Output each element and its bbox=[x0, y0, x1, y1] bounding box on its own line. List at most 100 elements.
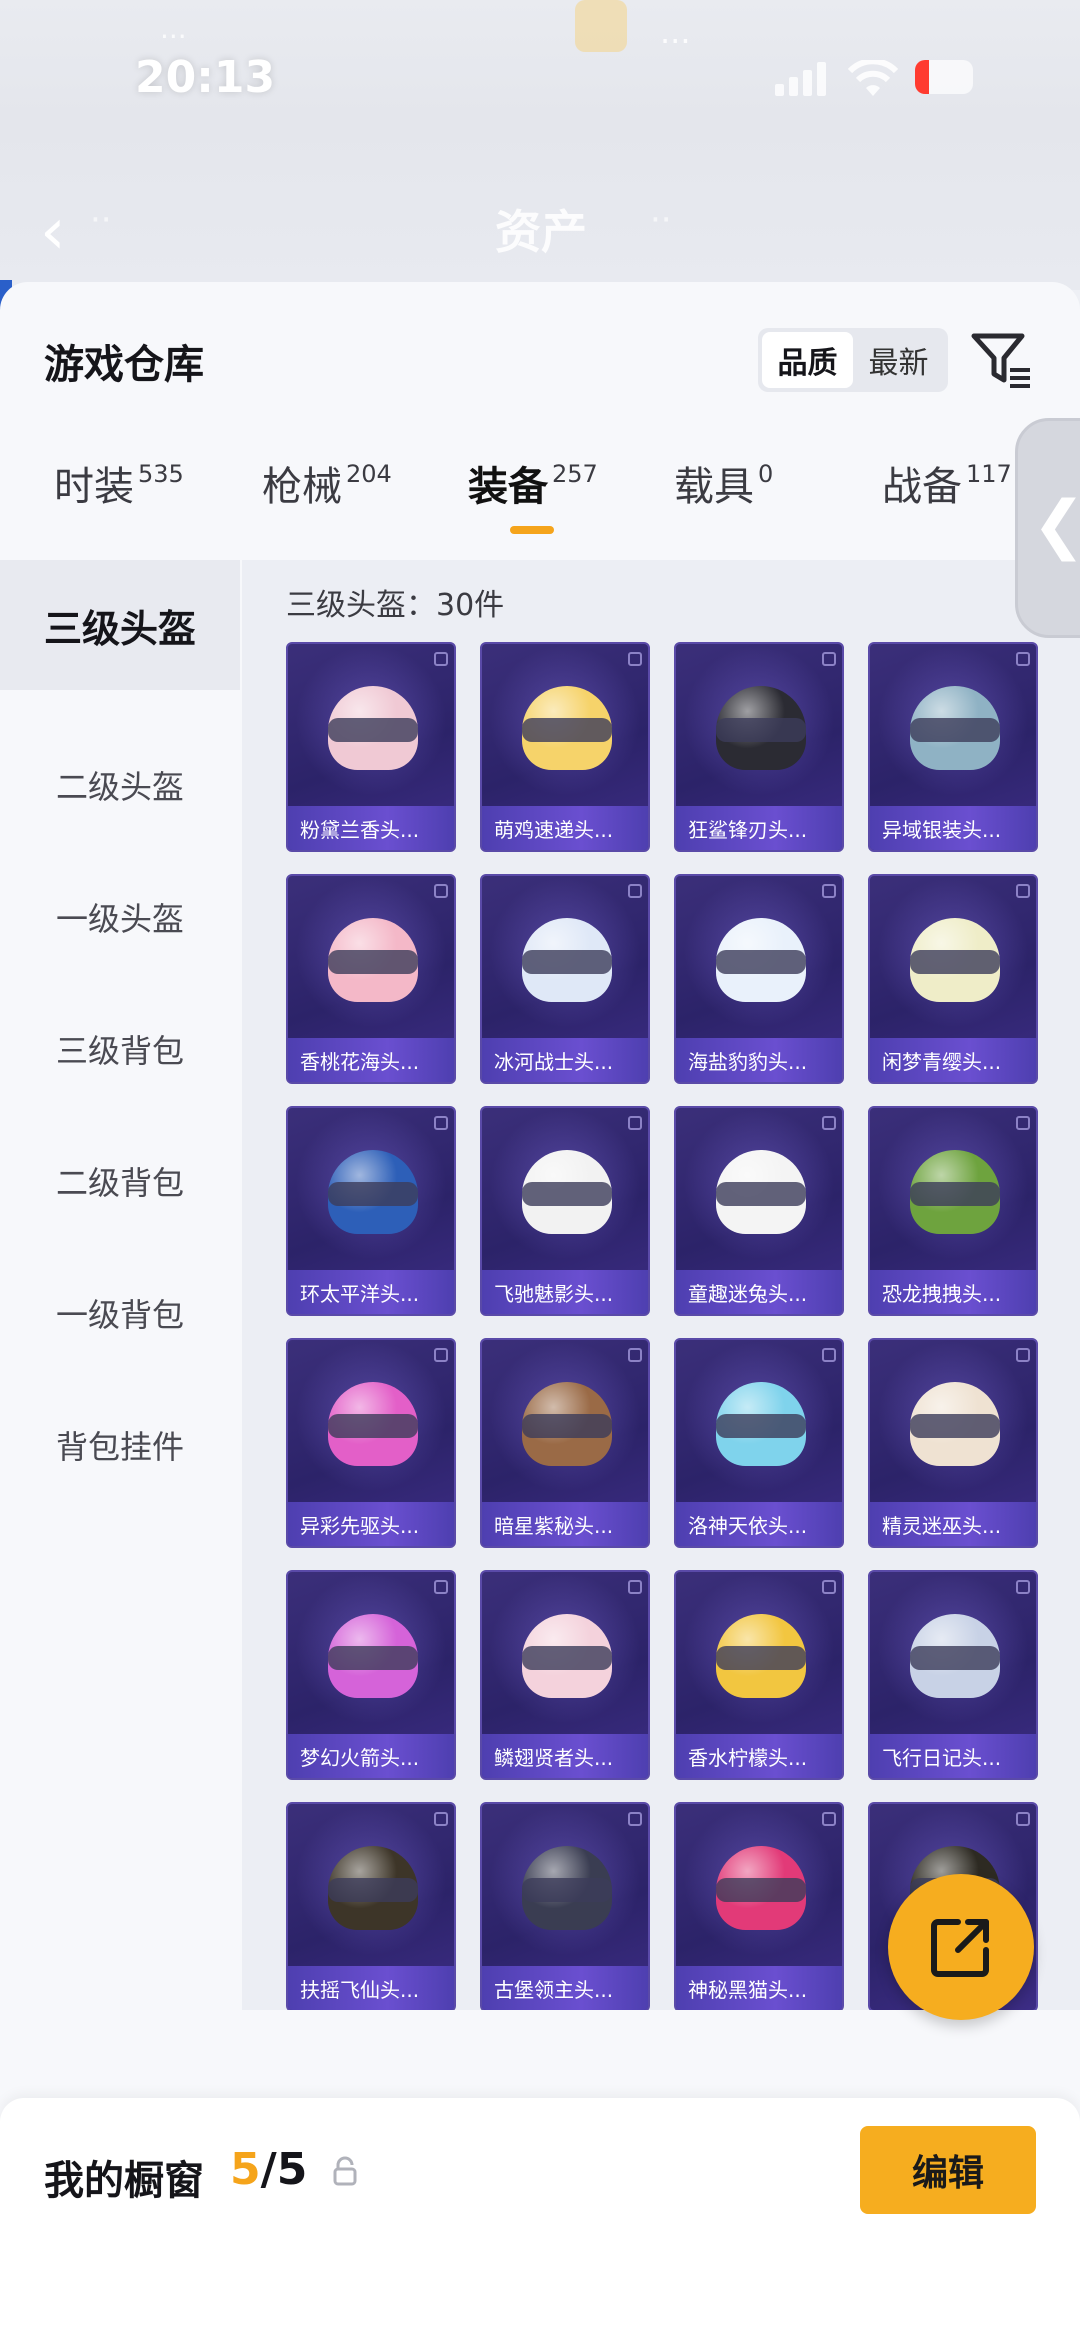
quality-emblem-icon bbox=[434, 1348, 448, 1362]
header-left-text: ·· bbox=[90, 200, 112, 240]
helmet-visor bbox=[522, 1646, 612, 1670]
item-card[interactable]: 飞行日记头... bbox=[868, 1570, 1038, 1780]
quality-emblem-icon bbox=[1016, 1580, 1030, 1594]
item-card[interactable]: 暗星紫秘头... bbox=[480, 1338, 650, 1548]
item-label-bar: 萌鸡速递头... bbox=[482, 806, 648, 850]
quality-emblem-icon bbox=[434, 1580, 448, 1594]
top-header: ‹ ·· 资产 ·· bbox=[0, 120, 1080, 290]
battery-icon bbox=[915, 60, 973, 94]
item-name: 冰河战士头... bbox=[494, 1049, 614, 1074]
item-card[interactable]: 香桃花海头... bbox=[286, 874, 456, 1084]
item-card[interactable]: 洛神天依头... bbox=[674, 1338, 844, 1548]
item-label-bar: 梦幻火箭头... bbox=[288, 1734, 454, 1778]
helmet-visor bbox=[328, 1182, 418, 1206]
helmet-visor bbox=[910, 1646, 1000, 1670]
item-name: 环太平洋头... bbox=[300, 1281, 420, 1306]
item-grid: 三级头盔：30件 粉黛兰香头... 萌鸡速递头... 狂鲨锋刃头... 异域银装头..… bbox=[242, 560, 1080, 2010]
item-card[interactable]: 闲梦青缨头... bbox=[868, 874, 1038, 1084]
sub-nav-item[interactable]: 一级头盔 bbox=[0, 852, 240, 982]
item-card[interactable]: 恐龙拽拽头... bbox=[868, 1106, 1038, 1316]
item-card[interactable]: 童趣迷兔头... bbox=[674, 1106, 844, 1316]
item-name: 扶摇飞仙头... bbox=[300, 1977, 420, 2002]
share-button[interactable] bbox=[888, 1874, 1034, 2020]
item-card[interactable]: 环太平洋头... bbox=[286, 1106, 456, 1316]
sub-nav-item[interactable]: 三级头盔 bbox=[0, 560, 240, 690]
item-name: 狂鲨锋刃头... bbox=[688, 817, 808, 842]
quality-emblem-icon bbox=[628, 1812, 642, 1826]
item-label-bar: 神秘黑猫头... bbox=[676, 1966, 842, 2010]
edit-button[interactable]: 编辑 bbox=[860, 2126, 1036, 2214]
item-card[interactable]: 萌鸡速递头... bbox=[480, 642, 650, 852]
helmet-visor bbox=[328, 718, 418, 742]
quality-emblem-icon bbox=[822, 1116, 836, 1130]
item-label-bar: 闲梦青缨头... bbox=[870, 1038, 1036, 1082]
sub-category-nav: 三级头盔 二级头盔 一级头盔 三级背包 二级背包 一级背包 背包挂件 bbox=[0, 560, 240, 2060]
sub-nav-item[interactable]: 二级头盔 bbox=[0, 720, 240, 850]
item-card[interactable]: 海盐豹豹头... bbox=[674, 874, 844, 1084]
item-card[interactable]: 精灵迷巫头... bbox=[868, 1338, 1038, 1548]
item-name: 香桃花海头... bbox=[300, 1049, 420, 1074]
active-tab-indicator bbox=[510, 526, 554, 534]
item-card[interactable]: 古堡领主头... bbox=[480, 1802, 650, 2010]
tab-weapons[interactable]: 枪械 204 bbox=[262, 454, 392, 512]
warehouse-sheet: 游戏仓库 品质 最新 时装 535 枪械 204 装备 257 载具 0 战备 117 三… bbox=[0, 282, 1080, 2341]
quality-emblem-icon bbox=[822, 1812, 836, 1826]
quality-emblem-icon bbox=[434, 884, 448, 898]
quality-emblem-icon bbox=[822, 1348, 836, 1362]
share-icon bbox=[931, 1919, 989, 1977]
tab-vehicles[interactable]: 载具 0 bbox=[674, 454, 773, 512]
item-card[interactable]: 冰河战士头... bbox=[480, 874, 650, 1084]
item-card[interactable]: 粉黛兰香头... bbox=[286, 642, 456, 852]
back-icon[interactable]: ‹ bbox=[40, 200, 66, 264]
quality-emblem-icon bbox=[628, 1348, 642, 1362]
item-name: 香水柠檬头... bbox=[688, 1745, 808, 1770]
quality-emblem-icon bbox=[1016, 1116, 1030, 1130]
sort-option-latest[interactable]: 最新 bbox=[853, 332, 944, 388]
item-label-bar: 异彩先驱头... bbox=[288, 1502, 454, 1546]
tab-supplies[interactable]: 战备 117 bbox=[882, 454, 1012, 512]
grid-count-header: 三级头盔：30件 bbox=[286, 588, 505, 623]
filter-icon[interactable] bbox=[970, 330, 1034, 390]
item-label-bar: 精灵迷巫头... bbox=[870, 1502, 1036, 1546]
quality-emblem-icon bbox=[434, 1812, 448, 1826]
helmet-visor bbox=[716, 1182, 806, 1206]
item-card[interactable]: 鳞翅贤者头... bbox=[480, 1570, 650, 1780]
quality-emblem-icon bbox=[822, 652, 836, 666]
helmet-visor bbox=[910, 950, 1000, 974]
sub-nav-item[interactable]: 一级背包 bbox=[0, 1248, 240, 1378]
side-drawer-handle[interactable]: ❮ bbox=[1015, 418, 1080, 638]
item-name: 古堡领主头... bbox=[494, 1977, 614, 2002]
item-card[interactable]: 扶摇飞仙头... bbox=[286, 1802, 456, 2010]
warehouse-title: 游戏仓库 bbox=[44, 342, 204, 388]
item-label-bar: 香水柠檬头... bbox=[676, 1734, 842, 1778]
tab-fashion[interactable]: 时装 535 bbox=[54, 454, 184, 512]
item-card[interactable]: 梦幻火箭头... bbox=[286, 1570, 456, 1780]
sub-nav-item[interactable]: 二级背包 bbox=[0, 1116, 240, 1246]
item-card[interactable]: 异彩先驱头... bbox=[286, 1338, 456, 1548]
item-card[interactable]: 香水柠檬头... bbox=[674, 1570, 844, 1780]
item-label-bar: 童趣迷兔头... bbox=[676, 1270, 842, 1314]
chevron-left-icon: ❮ bbox=[1032, 493, 1080, 557]
helmet-visor bbox=[522, 1878, 612, 1902]
item-name: 闲梦青缨头... bbox=[882, 1049, 1002, 1074]
quality-emblem-icon bbox=[1016, 884, 1030, 898]
helmet-visor bbox=[522, 718, 612, 742]
item-name: 鳞翅贤者头... bbox=[494, 1745, 614, 1770]
status-notification: ··· bbox=[160, 20, 187, 53]
wifi-icon bbox=[848, 60, 898, 96]
item-card[interactable]: 异域银装头... bbox=[868, 642, 1038, 852]
item-card[interactable]: 神秘黑猫头... bbox=[674, 1802, 844, 2010]
sub-nav-item[interactable]: 三级背包 bbox=[0, 984, 240, 1114]
item-label-bar: 恐龙拽拽头... bbox=[870, 1270, 1036, 1314]
item-card[interactable]: 飞驰魅影头... bbox=[480, 1106, 650, 1316]
item-name: 飞驰魅影头... bbox=[494, 1281, 614, 1306]
sort-option-quality[interactable]: 品质 bbox=[762, 332, 853, 388]
tab-equipment[interactable]: 装备 257 bbox=[468, 454, 598, 512]
item-name: 粉黛兰香头... bbox=[300, 817, 420, 842]
helmet-visor bbox=[910, 1182, 1000, 1206]
item-label-bar: 扶摇飞仙头... bbox=[288, 1966, 454, 2010]
quality-emblem-icon bbox=[434, 652, 448, 666]
item-card[interactable]: 狂鲨锋刃头... bbox=[674, 642, 844, 852]
item-label-bar: 飞驰魅影头... bbox=[482, 1270, 648, 1314]
sub-nav-item[interactable]: 背包挂件 bbox=[0, 1380, 240, 1510]
